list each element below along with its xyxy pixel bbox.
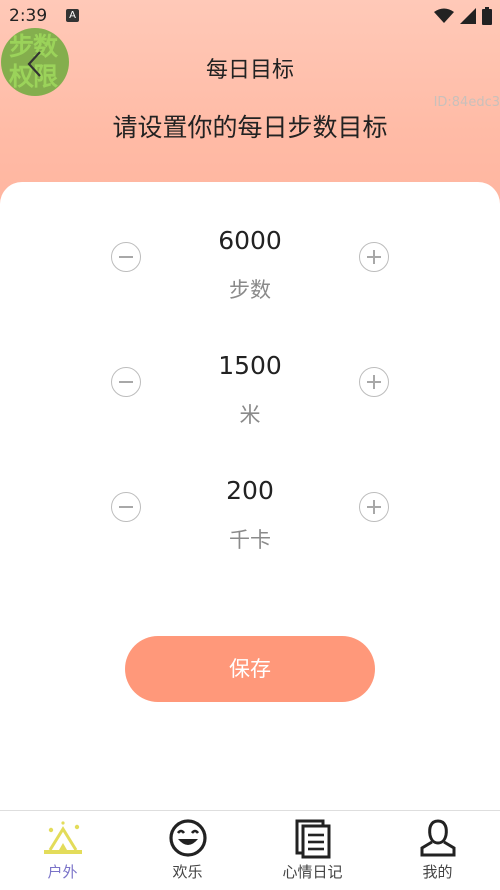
tab-label: 户外 — [47, 863, 78, 881]
tab-mine[interactable]: 我的 — [375, 811, 500, 890]
decrease-calories-button[interactable] — [111, 492, 141, 522]
page-title: 每日目标 — [205, 58, 294, 83]
increase-steps-button[interactable] — [359, 242, 389, 272]
diary-icon — [295, 819, 331, 859]
goal-row-steps: 6000 步数 — [0, 226, 500, 316]
status-time: 2:39 — [9, 6, 48, 26]
status-bar: 2:39 A — [0, 0, 500, 32]
tab-mood-diary[interactable]: 心情日记 — [250, 811, 375, 890]
goal-unit: 米 — [239, 403, 261, 427]
tab-label: 欢乐 — [172, 863, 203, 881]
page-subtitle: 请设置你的每日步数目标 — [112, 113, 388, 142]
smile-icon — [169, 819, 207, 857]
notification-badge: A — [66, 9, 79, 22]
goal-value: 200 — [226, 476, 274, 505]
tab-fun[interactable]: 欢乐 — [125, 811, 250, 890]
status-icons — [434, 7, 492, 25]
signal-icon — [460, 8, 476, 24]
increase-calories-button[interactable] — [359, 492, 389, 522]
bottom-tab-bar: 户外 欢乐 心情日记 我的 — [0, 810, 500, 890]
decrease-steps-button[interactable] — [111, 242, 141, 272]
tab-label: 我的 — [422, 863, 453, 881]
goal-row-distance: 1500 米 — [0, 351, 500, 441]
decrease-distance-button[interactable] — [111, 367, 141, 397]
save-button[interactable]: 保存 — [125, 636, 375, 702]
goal-value: 6000 — [218, 226, 282, 255]
wifi-icon — [434, 8, 454, 23]
user-icon — [420, 819, 456, 857]
tab-outdoor[interactable]: 户外 — [0, 811, 125, 890]
tab-label: 心情日记 — [282, 863, 343, 881]
goal-value: 1500 — [218, 351, 282, 380]
increase-distance-button[interactable] — [359, 367, 389, 397]
camp-icon — [44, 821, 82, 854]
goal-unit: 千卡 — [229, 528, 271, 552]
goal-unit: 步数 — [229, 278, 271, 302]
goal-row-calories: 200 千卡 — [0, 476, 500, 566]
battery-icon — [482, 7, 492, 25]
